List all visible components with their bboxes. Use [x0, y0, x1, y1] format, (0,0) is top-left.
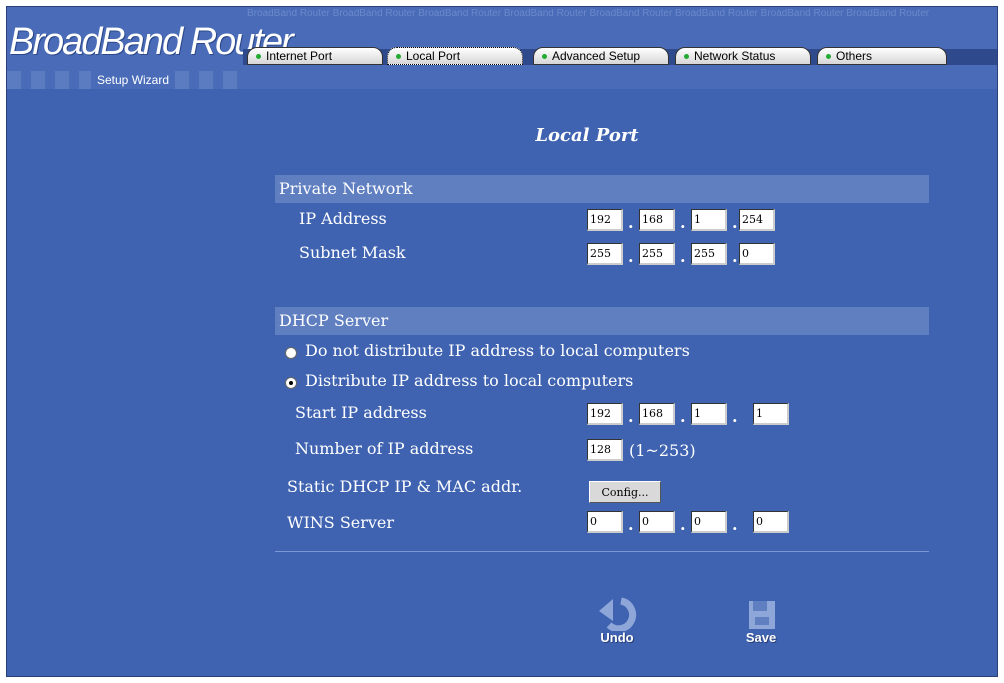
mask-octet-3[interactable] — [691, 243, 727, 265]
mask-octet-1[interactable] — [587, 243, 623, 265]
wins-octet-1[interactable] — [587, 511, 623, 533]
static-dhcp-label: Static DHCP IP & MAC addr. — [287, 477, 523, 496]
dhcp-server-heading: DHCP Server — [275, 307, 929, 335]
bullet-icon — [396, 54, 401, 59]
mask-octet-4[interactable] — [739, 243, 775, 265]
octet-separator: . — [732, 247, 738, 266]
ip-octet-2[interactable] — [639, 209, 675, 231]
tab-others[interactable]: Others — [817, 47, 947, 65]
start-ip-octet-1[interactable] — [587, 403, 623, 425]
header-watermark: BroadBand Router BroadBand Router BroadB… — [247, 9, 930, 19]
enable-dhcp-label: Distribute IP address to local computers — [305, 371, 634, 390]
octet-separator: . — [680, 247, 686, 266]
tab-label: Internet Port — [266, 49, 333, 63]
undo-label: Undo — [600, 630, 634, 645]
tab-label: Network Status — [694, 49, 776, 63]
tab-network-status[interactable]: Network Status — [675, 47, 811, 65]
start-ip-octet-3[interactable] — [691, 403, 727, 425]
tab-internet-port[interactable]: Internet Port — [247, 47, 383, 65]
wins-octet-3[interactable] — [691, 511, 727, 533]
octet-separator: . — [680, 213, 686, 232]
ip-octet-3[interactable] — [691, 209, 727, 231]
ip-octet-1[interactable] — [587, 209, 623, 231]
page-title: Local Port — [535, 125, 639, 146]
bullet-icon — [826, 54, 831, 59]
wins-octet-2[interactable] — [639, 511, 675, 533]
octet-separator: . — [628, 247, 634, 266]
mask-octet-2[interactable] — [639, 243, 675, 265]
ip-count-range: (1~253) — [629, 441, 696, 460]
tab-advanced-setup[interactable]: Advanced Setup — [533, 47, 669, 65]
subnet-mask-label: Subnet Mask — [299, 243, 406, 262]
radio-disable-dhcp[interactable] — [285, 347, 297, 359]
save-icon — [749, 601, 775, 629]
router-page: BroadBand Router BroadBand Router BroadB… — [6, 6, 998, 677]
start-ip-octet-4[interactable] — [753, 403, 789, 425]
ip-count-input[interactable] — [587, 439, 623, 461]
octet-separator: . — [680, 515, 686, 534]
config-button[interactable]: Config... — [589, 481, 661, 503]
tab-label: Local Port — [406, 49, 461, 63]
octet-separator: . — [680, 407, 686, 426]
ip-count-label: Number of IP address — [295, 439, 474, 458]
octet-separator: . — [732, 407, 738, 426]
disable-dhcp-label: Do not distribute IP address to local co… — [305, 341, 690, 360]
start-ip-octet-2[interactable] — [639, 403, 675, 425]
bullet-icon — [542, 54, 547, 59]
divider — [275, 551, 929, 552]
octet-separator: . — [732, 515, 738, 534]
bullet-icon — [684, 54, 689, 59]
private-network-heading: Private Network — [275, 175, 929, 203]
ip-octet-4[interactable] — [739, 209, 775, 231]
octet-separator: . — [628, 515, 634, 534]
save-label: Save — [745, 630, 777, 645]
tab-label: Others — [836, 49, 873, 63]
tab-label: Advanced Setup — [552, 49, 641, 63]
wins-octet-4[interactable] — [753, 511, 789, 533]
header: BroadBand Router BroadBand Router BroadB… — [7, 7, 997, 89]
start-ip-label: Start IP address — [295, 403, 427, 422]
octet-separator: . — [732, 213, 738, 232]
undo-button[interactable]: Undo — [591, 597, 643, 645]
undo-icon — [599, 597, 637, 633]
ip-address-label: IP Address — [299, 209, 387, 228]
save-button[interactable]: Save — [735, 597, 787, 645]
octet-separator: . — [628, 213, 634, 232]
radio-enable-dhcp[interactable] — [285, 377, 297, 389]
tab-local-port[interactable]: Local Port — [387, 47, 523, 65]
bullet-icon — [256, 54, 261, 59]
octet-separator: . — [628, 407, 634, 426]
wins-server-label: WINS Server — [287, 513, 395, 532]
setup-wizard-link[interactable]: Setup Wizard — [91, 71, 176, 89]
